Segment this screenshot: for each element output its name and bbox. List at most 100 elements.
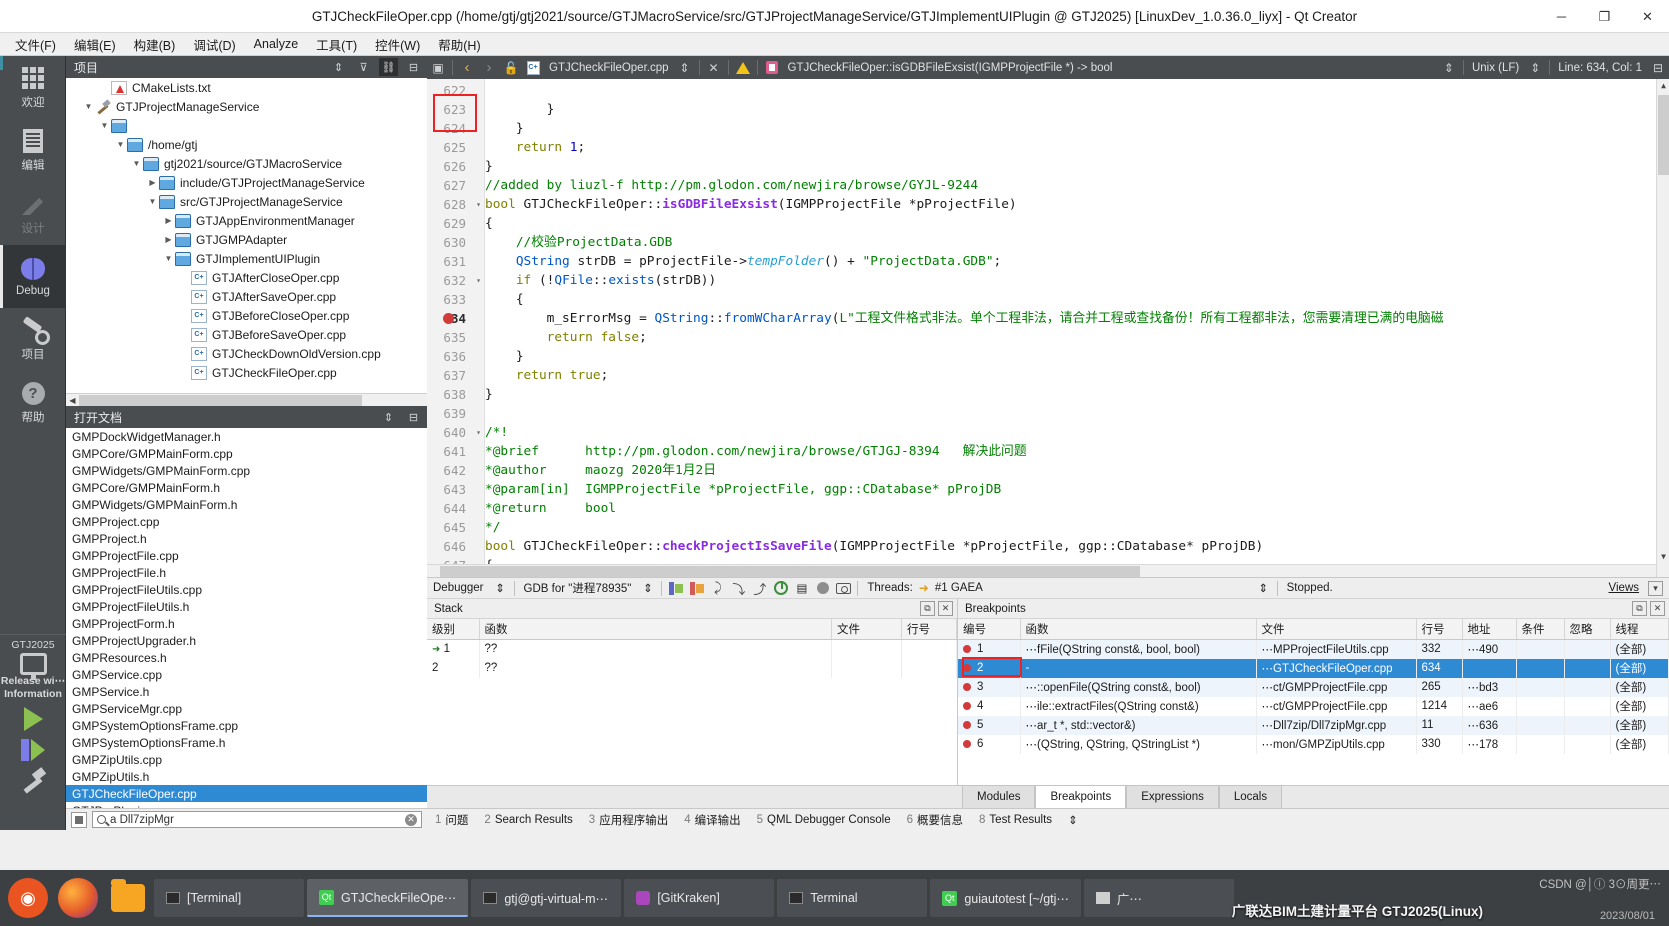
table-row[interactable]: 4 ⋯ile::extractFiles(QString const&) ⋯ct/G… [958, 696, 1669, 716]
chevron-updown-icon[interactable]: ⇕ [637, 578, 658, 598]
menu-item-4[interactable]: Analyze [245, 35, 307, 53]
table-row[interactable]: 2?? [427, 658, 957, 678]
expand-arrow-icon[interactable]: ▶ [146, 178, 159, 187]
line-number[interactable]: 634 [427, 309, 484, 328]
open-document-item[interactable]: GMPProjectForm.h [66, 615, 427, 632]
open-document-item[interactable]: GMPDockWidgetManager.h [66, 428, 427, 445]
debugger-tab-Modules[interactable]: Modules [962, 785, 1036, 808]
chevron-updown-icon[interactable]: ⇕ [674, 56, 696, 79]
locator-input[interactable]: a Dll7zipMgr ✕ [92, 811, 422, 828]
breakpoints-column-header[interactable]: 编号 [958, 619, 1021, 640]
tree-item[interactable]: ▶ GTJAppEnvironmentManager [66, 211, 427, 230]
project-tree-hscrollbar[interactable]: ◀ [66, 393, 427, 406]
tree-item[interactable]: ▶ CMakeLists.txt [66, 78, 427, 97]
taskbar-item[interactable]: 广⋯ [1083, 879, 1234, 917]
output-button-应用程序输出[interactable]: 3 应用程序输出 [581, 809, 676, 831]
output-more-icon[interactable]: ⇕ [1060, 809, 1086, 831]
close-icon[interactable]: ✕ [405, 813, 417, 826]
open-document-item[interactable]: GMPProjectFile.cpp [66, 547, 427, 564]
code-line[interactable]: bool GTJCheckFileOper::checkProjectIsSav… [485, 537, 1669, 556]
views-dropdown-icon[interactable]: ▾ [1648, 580, 1663, 596]
code-view[interactable]: 622 623 624 625 626 627 628 ▾ 629 630 631 632 ▾ 633 63… [427, 79, 1669, 592]
breakpoints-column-header[interactable]: 条件 [1516, 619, 1565, 640]
code-line[interactable]: if (!QFile::exists(strDB)) [485, 271, 1669, 290]
line-number[interactable]: 630 [427, 233, 484, 252]
code-line[interactable]: return true; [485, 366, 1669, 385]
scroll-thumb[interactable] [1658, 95, 1669, 175]
line-number[interactable]: 639 [427, 404, 484, 423]
taskbar-item[interactable]: Terminal [777, 879, 928, 917]
breakpoints-column-header[interactable]: 函数 [1020, 619, 1257, 640]
table-row[interactable]: 6 ⋯(QString, QString, QStringList *) ⋯mon/… [958, 734, 1669, 754]
editor-hscrollbar[interactable] [427, 564, 1656, 577]
views-button[interactable]: Views [1603, 582, 1645, 594]
code-line[interactable]: QString strDB = pProjectFile->tempFolder… [485, 252, 1669, 271]
build-button[interactable] [21, 769, 45, 791]
open-documents-list[interactable]: GMPDockWidgetManager.h GMPCore/GMPMainFor… [66, 428, 427, 808]
stop-debugger-icon[interactable] [689, 581, 704, 595]
expand-arrow-icon[interactable]: ▼ [130, 159, 143, 168]
code-line[interactable]: */ [485, 518, 1669, 537]
expand-arrow-icon[interactable]: ▶ [162, 216, 175, 225]
tree-item[interactable]: ▼ GTJProjectManageService [66, 97, 427, 116]
open-document-item[interactable]: GMPResources.h [66, 649, 427, 666]
fold-arrow-icon[interactable]: ▾ [476, 423, 481, 442]
code-line[interactable]: //校验ProjectData.GDB [485, 233, 1669, 252]
code-line[interactable]: *@brief http://pm.glodon.com/newjira/bro… [485, 442, 1669, 461]
expand-arrow-icon[interactable]: ▶ [178, 273, 191, 282]
code-line[interactable]: bool GTJCheckFileOper::isGDBFileExsist(I… [485, 195, 1669, 214]
code-line[interactable]: //added by liuzl-f http://pm.glodon.com/… [485, 176, 1669, 195]
tree-item[interactable]: ▶C+ GTJAfterCloseOper.cpp [66, 268, 427, 287]
breakpoints-column-header[interactable]: 线程 [1610, 619, 1669, 640]
breakpoints-column-header[interactable]: 文件 [1256, 619, 1417, 640]
output-button-QML Debugger Console[interactable]: 5 QML Debugger Console [749, 809, 899, 831]
line-number[interactable]: 631 [427, 252, 484, 271]
mode-item-Debug[interactable]: Debug [0, 245, 66, 308]
unlock-icon[interactable]: 🔓 [500, 56, 522, 79]
expand-arrow-icon[interactable]: ▼ [114, 140, 127, 149]
scroll-thumb[interactable] [79, 395, 362, 406]
code-line[interactable]: *@return bool [485, 499, 1669, 518]
maximize-button[interactable]: ❐ [1583, 0, 1626, 33]
tree-item[interactable]: ▶C+ GTJBeforeSaveOper.cpp [66, 325, 427, 344]
line-number[interactable]: 636 [427, 347, 484, 366]
scroll-up-icon[interactable]: ▲ [1657, 79, 1669, 92]
code-line[interactable]: { [485, 214, 1669, 233]
debugger-tab-Expressions[interactable]: Expressions [1126, 785, 1219, 808]
ubuntu-menu-icon[interactable]: ◉ [8, 878, 48, 918]
output-button-Search Results[interactable]: 2 Search Results [476, 809, 580, 831]
line-number[interactable]: 633 [427, 290, 484, 309]
kit-selector[interactable]: GTJ2025 Release wi⋯ Information [0, 634, 66, 830]
open-document-item[interactable]: GMPSystemOptionsFrame.cpp [66, 717, 427, 734]
restart-icon[interactable] [773, 581, 788, 595]
open-document-item[interactable]: GMPWidgets/GMPMainForm.cpp [66, 462, 427, 479]
close-icon[interactable]: ✕ [938, 601, 953, 616]
menu-item-3[interactable]: 调试(D) [184, 33, 244, 56]
float-icon[interactable]: ⧉ [920, 601, 935, 616]
line-number[interactable]: 629 [427, 214, 484, 233]
line-number[interactable]: 644 [427, 499, 484, 518]
fold-arrow-icon[interactable]: ▾ [476, 195, 481, 214]
breakpoints-table[interactable]: 编号 函数 文件 行号 地址 条件 忽略 线程 1 ⋯fFile(QString const&,… [958, 619, 1669, 754]
line-number[interactable]: 628 ▾ [427, 195, 484, 214]
output-toggle-icon[interactable] [71, 811, 87, 828]
code-line[interactable]: } [485, 157, 1669, 176]
mode-item-项目[interactable]: 项目 [0, 308, 66, 371]
code-line[interactable]: } [485, 385, 1669, 404]
line-number[interactable]: 625 [427, 138, 484, 157]
line-number[interactable]: 642 [427, 461, 484, 480]
breakpoints-column-header[interactable]: 地址 [1462, 619, 1517, 640]
open-document-item[interactable]: GMPService.cpp [66, 666, 427, 683]
stack-column-header[interactable]: 行号 [901, 619, 957, 640]
stack-column-header[interactable]: 函数 [479, 619, 832, 640]
open-document-item[interactable]: GMPCore/GMPMainForm.cpp [66, 445, 427, 462]
output-button-编译输出[interactable]: 4 编译输出 [676, 809, 748, 831]
menu-item-2[interactable]: 构建(B) [125, 33, 185, 56]
open-document-item[interactable]: GMPZipUtils.h [66, 768, 427, 785]
tree-item[interactable]: ▼ [66, 116, 427, 135]
navigate-forward-icon[interactable]: › [478, 56, 500, 79]
expand-arrow-icon[interactable]: ▼ [146, 197, 159, 206]
step-over-icon[interactable]: ⤸ [707, 578, 728, 598]
split-icon[interactable]: ⊟ [404, 58, 423, 76]
close-button[interactable]: ✕ [1626, 0, 1669, 33]
